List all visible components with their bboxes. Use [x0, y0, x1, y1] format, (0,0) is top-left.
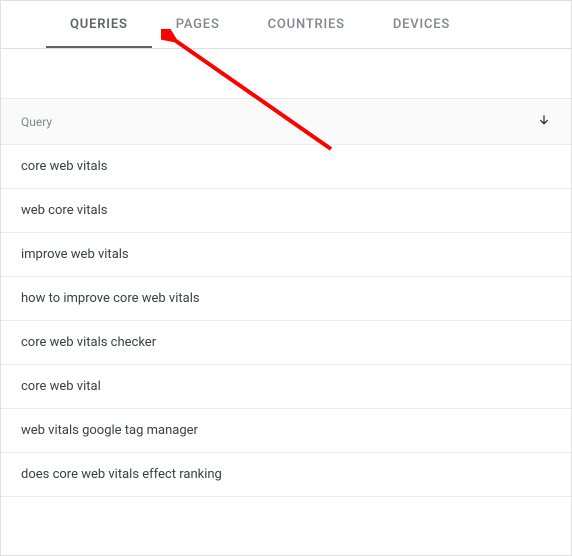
table-row[interactable]: core web vitals — [1, 145, 571, 189]
table-row[interactable]: core web vitals checker — [1, 321, 571, 365]
table-row[interactable]: web vitals google tag manager — [1, 409, 571, 453]
tab-pages[interactable]: PAGES — [152, 1, 244, 48]
table-row[interactable]: how to improve core web vitals — [1, 277, 571, 321]
tab-countries[interactable]: COUNTRIES — [244, 1, 369, 48]
table-header: Query — [1, 99, 571, 145]
query-list: core web vitals web core vitals improve … — [1, 145, 571, 497]
table-row[interactable]: core web vital — [1, 365, 571, 409]
column-header-query[interactable]: Query — [21, 115, 52, 129]
table-row[interactable]: does core web vitals effect ranking — [1, 453, 571, 497]
tab-queries[interactable]: QUERIES — [46, 1, 152, 48]
dimension-tabs: QUERIES PAGES COUNTRIES DEVICES — [1, 1, 571, 49]
tab-devices[interactable]: DEVICES — [369, 1, 474, 48]
sort-down-icon[interactable] — [537, 111, 551, 132]
report-panel: QUERIES PAGES COUNTRIES DEVICES Query co… — [0, 0, 572, 556]
table-row[interactable]: web core vitals — [1, 189, 571, 233]
spacer — [1, 49, 571, 99]
table-row[interactable]: improve web vitals — [1, 233, 571, 277]
